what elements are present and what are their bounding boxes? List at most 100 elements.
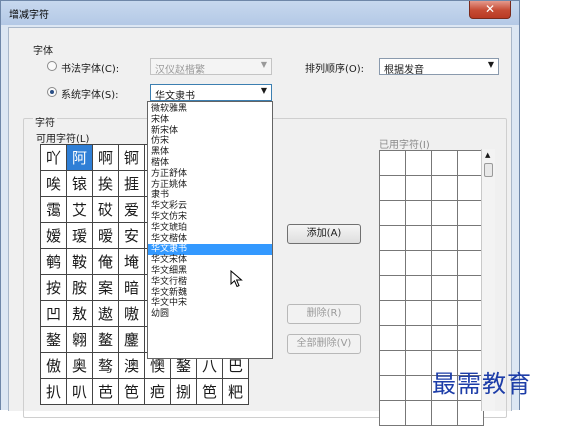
char-cell[interactable]: 翱 bbox=[66, 326, 93, 353]
used-char-cell[interactable] bbox=[431, 400, 458, 426]
used-char-cell[interactable] bbox=[379, 225, 406, 251]
used-char-cell[interactable] bbox=[379, 200, 406, 226]
used-char-cell[interactable] bbox=[379, 300, 406, 326]
char-cell[interactable]: 鏖 bbox=[118, 326, 145, 353]
char-cell[interactable]: 鹌 bbox=[40, 248, 67, 275]
char-cell[interactable]: 霭 bbox=[40, 196, 67, 223]
used-char-cell[interactable] bbox=[379, 250, 406, 276]
used-char-cell[interactable] bbox=[379, 275, 406, 301]
char-cell[interactable]: 嫒 bbox=[40, 222, 67, 249]
char-cell[interactable]: 锕 bbox=[118, 144, 145, 171]
char-cell[interactable]: 唉 bbox=[40, 170, 67, 197]
used-char-cell[interactable] bbox=[405, 350, 432, 376]
used-char-cell[interactable] bbox=[431, 200, 458, 226]
char-cell[interactable]: 奥 bbox=[66, 352, 93, 379]
char-cell[interactable]: 埯 bbox=[118, 248, 145, 275]
char-cell[interactable]: 艾 bbox=[66, 196, 93, 223]
system-font-select[interactable]: 华文隶书 ▼ bbox=[150, 84, 272, 102]
system-font-radio[interactable] bbox=[47, 87, 57, 97]
used-char-cell[interactable] bbox=[457, 175, 484, 201]
used-char-cell[interactable] bbox=[431, 150, 458, 176]
sort-order-select[interactable]: 根据发音 ▼ bbox=[379, 58, 499, 76]
used-char-cell[interactable] bbox=[457, 275, 484, 301]
font-option[interactable]: 宋体 bbox=[148, 115, 272, 126]
char-cell[interactable]: 敖 bbox=[66, 300, 93, 327]
used-char-cell[interactable] bbox=[405, 325, 432, 351]
used-char-cell[interactable] bbox=[431, 275, 458, 301]
char-cell[interactable]: 笆 bbox=[118, 378, 145, 405]
char-cell[interactable]: 吖 bbox=[40, 144, 67, 171]
font-option[interactable]: 新宋体 bbox=[148, 126, 272, 137]
char-cell[interactable]: 凹 bbox=[40, 300, 67, 327]
used-char-cell[interactable] bbox=[379, 150, 406, 176]
scroll-up-icon[interactable]: ▲ bbox=[485, 151, 490, 159]
calligraphy-font-select[interactable]: 汉仪赵楷繁 ▼ bbox=[150, 58, 272, 76]
char-cell[interactable]: 嗷 bbox=[118, 300, 145, 327]
char-cell[interactable]: 捱 bbox=[118, 170, 145, 197]
char-cell[interactable]: 按 bbox=[40, 274, 67, 301]
char-cell[interactable]: 安 bbox=[118, 222, 145, 249]
used-char-cell[interactable] bbox=[379, 325, 406, 351]
used-char-cell[interactable] bbox=[379, 400, 406, 426]
scroll-thumb[interactable] bbox=[484, 163, 493, 177]
used-char-cell[interactable] bbox=[379, 375, 406, 401]
used-char-cell[interactable] bbox=[405, 250, 432, 276]
title-bar[interactable]: 增减字符 ✕ bbox=[1, 1, 519, 25]
char-cell[interactable]: 锿 bbox=[66, 170, 93, 197]
delete-button[interactable]: 删除(R) bbox=[287, 304, 361, 324]
used-char-cell[interactable] bbox=[405, 150, 432, 176]
char-cell[interactable]: 啊 bbox=[92, 144, 119, 171]
font-option[interactable]: 微软雅黑 bbox=[148, 104, 272, 115]
used-char-cell[interactable] bbox=[405, 375, 432, 401]
char-cell[interactable]: 瑷 bbox=[66, 222, 93, 249]
used-char-cell[interactable] bbox=[457, 225, 484, 251]
font-option[interactable]: 黑体 bbox=[148, 147, 272, 158]
font-option[interactable]: 仿宋 bbox=[148, 136, 272, 147]
char-cell[interactable]: 俺 bbox=[92, 248, 119, 275]
char-cell[interactable]: 捌 bbox=[170, 378, 197, 405]
char-cell[interactable]: 鏊 bbox=[40, 326, 67, 353]
used-char-cell[interactable] bbox=[457, 400, 484, 426]
used-char-cell[interactable] bbox=[379, 175, 406, 201]
char-cell[interactable]: 暧 bbox=[92, 222, 119, 249]
system-font-dropdown-list[interactable]: 微软雅黑 宋体 新宋体 仿宋 黑体 楷体 方正舒体 方正姚体 隶书 华文彩云 华文仿宋 华文琥珀 华文楷… bbox=[147, 101, 273, 359]
char-cell[interactable]: 阿 bbox=[66, 144, 93, 171]
used-char-cell[interactable] bbox=[457, 300, 484, 326]
close-button[interactable]: ✕ bbox=[469, 1, 511, 19]
used-char-cell[interactable] bbox=[457, 150, 484, 176]
used-char-cell[interactable] bbox=[405, 200, 432, 226]
font-option[interactable]: 华文行楷 bbox=[148, 277, 272, 288]
used-char-cell[interactable] bbox=[405, 175, 432, 201]
char-cell[interactable]: 粑 bbox=[222, 378, 249, 405]
char-cell[interactable]: 案 bbox=[92, 274, 119, 301]
font-option[interactable]: 方正舒体 bbox=[148, 169, 272, 180]
char-cell[interactable]: 扒 bbox=[40, 378, 67, 405]
char-cell[interactable]: 砹 bbox=[92, 196, 119, 223]
char-cell[interactable]: 爱 bbox=[118, 196, 145, 223]
font-option[interactable]: 华文新魏 bbox=[148, 288, 272, 299]
char-cell[interactable]: 疤 bbox=[144, 378, 171, 405]
font-option[interactable]: 华文彩云 bbox=[148, 201, 272, 212]
char-cell[interactable]: 挨 bbox=[92, 170, 119, 197]
font-option[interactable]: 华文琥珀 bbox=[148, 223, 272, 234]
font-option[interactable]: 方正姚体 bbox=[148, 180, 272, 191]
font-option[interactable]: 隶书 bbox=[148, 190, 272, 201]
used-char-cell[interactable] bbox=[405, 275, 432, 301]
font-option[interactable]: 华文楷体 bbox=[148, 234, 272, 245]
char-cell[interactable]: 鞍 bbox=[66, 248, 93, 275]
font-option[interactable]: 华文中宋 bbox=[148, 298, 272, 309]
used-char-cell[interactable] bbox=[457, 200, 484, 226]
used-char-cell[interactable] bbox=[405, 225, 432, 251]
char-cell[interactable]: 傲 bbox=[40, 352, 67, 379]
used-char-cell[interactable] bbox=[457, 250, 484, 276]
char-cell[interactable]: 遨 bbox=[92, 300, 119, 327]
used-char-cell[interactable] bbox=[405, 300, 432, 326]
used-char-cell[interactable] bbox=[431, 325, 458, 351]
font-option[interactable]: 华文仿宋 bbox=[148, 212, 272, 223]
font-option[interactable]: 楷体 bbox=[148, 158, 272, 169]
delete-all-button[interactable]: 全部删除(V) bbox=[287, 334, 361, 354]
add-button[interactable]: 添加(A) bbox=[287, 224, 361, 244]
char-cell[interactable]: 芭 bbox=[92, 378, 119, 405]
used-char-cell[interactable] bbox=[431, 250, 458, 276]
char-cell[interactable]: 暗 bbox=[118, 274, 145, 301]
